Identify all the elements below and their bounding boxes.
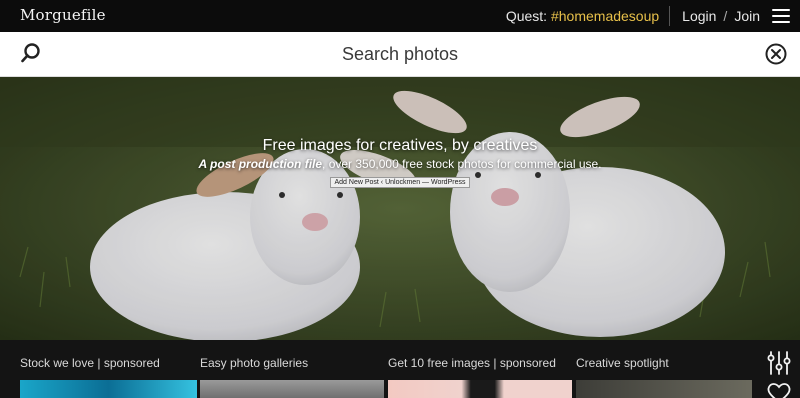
quest-tag[interactable]: #homemadesoup [551,8,659,24]
top-nav-bar: Morguefile Quest: #homemadesoup Login / … [0,0,800,32]
brand-logo[interactable]: Morguefile [20,6,106,24]
section-heading-creative-spotlight[interactable]: Creative spotlight [576,356,669,370]
auth-links: Login / Join [682,8,760,24]
quest-link[interactable]: Quest: #homemadesoup [506,8,659,24]
thumbnail-free-images[interactable] [388,380,572,398]
thumbnail-creative-spotlight[interactable] [576,380,752,398]
close-circle-icon[interactable] [765,43,787,65]
heart-icon[interactable] [766,382,792,398]
auth-separator: / [723,8,728,24]
hero-title: Free images for creatives, by creatives [262,137,538,154]
search-bar [0,32,800,77]
sliders-icon[interactable] [766,350,792,376]
hero-subtitle-text: , over 350,000 free stock photos for com… [322,157,602,171]
hero-text: Free images for creatives, by creatives … [0,137,800,189]
quest-label: Quest: [505,8,548,24]
join-link[interactable]: Join [734,8,760,24]
thumbnail-stock-we-love[interactable] [20,380,197,398]
sections-strip: Stock we love | sponsored Easy photo gal… [0,340,800,398]
login-link[interactable]: Login [682,8,716,24]
hero-subtitle-emphasis[interactable]: A post production file [198,157,322,171]
top-nav-right: Quest: #homemadesoup Login / Join [506,0,790,32]
hero-banner: Free images for creatives, by creatives … [0,77,800,340]
browser-tooltip: Add New Post ‹ Unlockmen — WordPress [329,177,471,188]
thumbnail-easy-galleries[interactable] [200,380,384,398]
section-heading-stock-we-love[interactable]: Stock we love | sponsored [20,356,160,370]
search-icon[interactable] [20,42,42,64]
hero-subtitle: A post production file, over 350,000 fre… [0,157,800,171]
hamburger-menu-icon[interactable] [772,9,790,23]
search-input[interactable] [80,38,720,70]
hero-photo-lambs [0,77,800,340]
section-heading-easy-galleries[interactable]: Easy photo galleries [200,356,308,370]
section-heading-free-images[interactable]: Get 10 free images | sponsored [388,356,556,370]
nav-divider [669,6,671,26]
